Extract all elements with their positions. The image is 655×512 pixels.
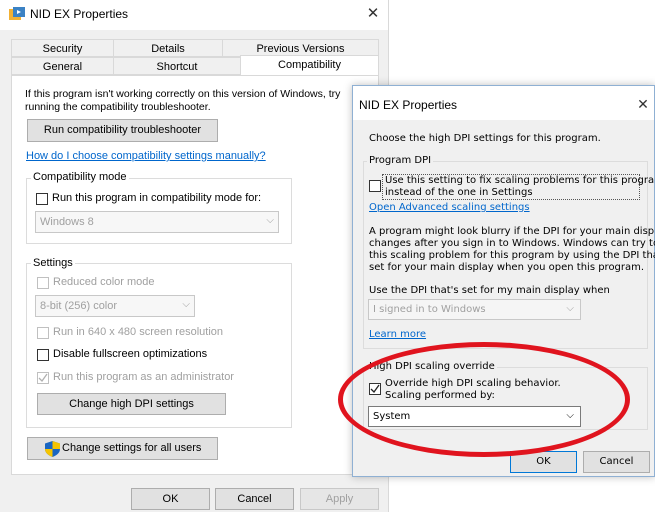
advanced-scaling-link[interactable]: Open Advanced scaling settings (369, 202, 530, 213)
close-icon[interactable]: ✕ (363, 4, 383, 24)
main-properties-window: NID EX Properties ✕ Security Details Pre… (0, 0, 389, 512)
override-checkbox-line1: Override high DPI scaling behavior. (385, 378, 561, 389)
tab-details[interactable]: Details (113, 39, 223, 57)
compatibility-mode-label: Compatibility mode (31, 171, 129, 183)
check-icon (38, 373, 48, 383)
check-icon (370, 384, 380, 394)
app-icon (9, 7, 25, 20)
tab-general[interactable]: General (11, 57, 114, 75)
compat-os-value: Windows 8 (40, 216, 94, 228)
change-all-users-button[interactable]: Change settings for all users (27, 437, 218, 460)
dpi-override-label: High DPI scaling override (367, 361, 497, 372)
compat-os-dropdown[interactable]: Windows 8 ⌵ (35, 211, 279, 233)
dpi-when-value: I signed in to Windows (373, 304, 486, 315)
dialog-close-icon[interactable]: ✕ (633, 94, 653, 114)
dpi-heading: Choose the high DPI settings for this pr… (369, 133, 601, 144)
learn-more-link[interactable]: Learn more (369, 329, 426, 340)
override-checkbox-line2: Scaling performed by: (385, 390, 495, 401)
cancel-button[interactable]: Cancel (215, 488, 294, 510)
chevron-down-icon: ⌵ (566, 410, 574, 421)
admin-label: Run this program as an administrator (53, 371, 234, 383)
change-all-users-label: Change settings for all users (62, 442, 202, 454)
ok-button[interactable]: OK (131, 488, 210, 510)
high-dpi-settings-dialog: NID EX Properties ✕ Choose the high DPI … (352, 85, 655, 477)
run-troubleshooter-button[interactable]: Run compatibility troubleshooter (27, 119, 218, 142)
use-dpi-label: Use the DPI that's set for my main displ… (369, 285, 610, 296)
tab-compatibility[interactable]: Compatibility (240, 55, 379, 75)
resolution-label: Run in 640 x 480 screen resolution (53, 326, 223, 338)
admin-checkbox[interactable] (37, 372, 49, 384)
fullscreen-opt-checkbox[interactable] (37, 349, 49, 361)
scaling-performed-value: System (373, 411, 411, 422)
intro-text-line2: running the compatibility troubleshooter… (25, 101, 211, 113)
program-dpi-checkbox[interactable] (369, 180, 381, 192)
compat-mode-checkbox[interactable] (36, 193, 48, 205)
scaling-performed-dropdown[interactable]: System ⌵ (368, 406, 581, 427)
manual-settings-link[interactable]: How do I choose compatibility settings m… (26, 150, 266, 162)
intro-text-line1: If this program isn't working correctly … (25, 88, 341, 100)
change-dpi-settings-button[interactable]: Change high DPI settings (37, 393, 226, 415)
focus-rect (382, 174, 640, 200)
reduced-color-checkbox[interactable] (37, 277, 49, 289)
dpi-desc-line3: this scaling problem for this program by… (369, 250, 655, 261)
dialog-ok-button[interactable]: OK (510, 451, 577, 473)
title-bar[interactable]: NID EX Properties ✕ (0, 0, 388, 30)
dpi-desc-line2: changes after you sign in to Windows. Wi… (369, 238, 655, 249)
dpi-desc-line4: set for your main display when you open … (369, 262, 645, 273)
chevron-down-icon: ⌵ (266, 215, 274, 226)
override-dpi-checkbox[interactable] (369, 383, 381, 395)
chevron-down-icon: ⌵ (566, 303, 574, 314)
dpi-desc-line1: A program might look blurry if the DPI f… (369, 226, 655, 237)
chevron-down-icon: ⌵ (182, 299, 190, 310)
dialog-cancel-button[interactable]: Cancel (583, 451, 650, 473)
settings-label: Settings (31, 257, 75, 269)
compat-mode-checkbox-label: Run this program in compatibility mode f… (52, 192, 262, 204)
uac-shield-icon (45, 441, 60, 457)
dialog-title-bar[interactable]: NID EX Properties ✕ (353, 86, 654, 120)
reduced-color-label: Reduced color mode (53, 276, 155, 288)
window-title: NID EX Properties (30, 7, 129, 21)
dialog-title: NID EX Properties (359, 98, 458, 112)
tab-shortcut[interactable]: Shortcut (113, 57, 241, 75)
apply-button[interactable]: Apply (300, 488, 379, 510)
fullscreen-opt-label: Disable fullscreen optimizations (53, 348, 208, 360)
tab-security[interactable]: Security (11, 39, 114, 57)
dpi-when-dropdown[interactable]: I signed in to Windows ⌵ (368, 299, 581, 320)
color-mode-dropdown[interactable]: 8-bit (256) color ⌵ (35, 295, 195, 317)
color-mode-value: 8-bit (256) color (40, 300, 118, 312)
resolution-checkbox[interactable] (37, 327, 49, 339)
program-dpi-label: Program DPI (367, 155, 434, 166)
